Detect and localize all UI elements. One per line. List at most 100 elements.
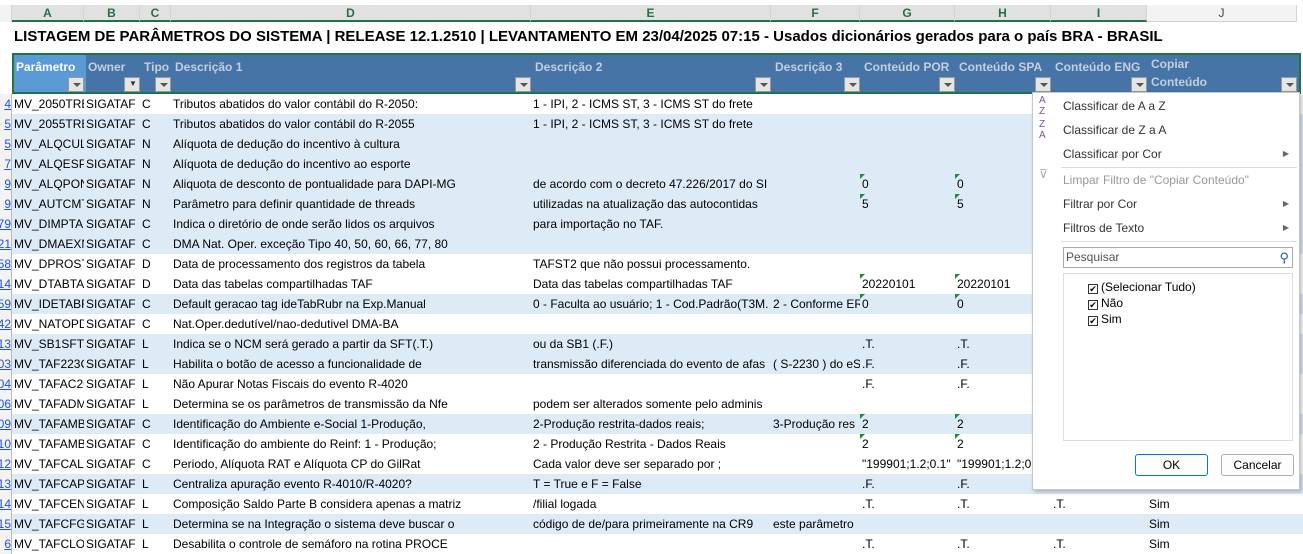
cell-f[interactable] <box>771 314 860 334</box>
cell-d[interactable]: Indica o diretório de onde serão lidos o… <box>171 214 531 234</box>
cell-b[interactable]: SIGATAF <box>84 414 140 434</box>
cell-b[interactable]: SIGATAF <box>84 454 140 474</box>
row-header[interactable]: 6 <box>0 534 12 554</box>
row-header[interactable]: 15 <box>0 514 12 534</box>
cell-e[interactable]: 2 - Produção Restrita - Dados Reais <box>531 434 771 454</box>
sort-z-a-item[interactable]: Z A Classificar de Z a A <box>1033 118 1299 142</box>
cell-a[interactable]: MV_TAFAMB <box>12 434 84 454</box>
cell-g[interactable] <box>860 154 955 174</box>
cell-a[interactable]: MV_DMAEXN <box>12 234 84 254</box>
cell-c[interactable]: C <box>140 294 171 314</box>
cell-b[interactable]: SIGATAF <box>84 534 140 554</box>
cell-d[interactable]: Parâmetro para definir quantidade de thr… <box>171 194 531 214</box>
filter-value-item[interactable]: ✔ Não <box>1088 295 1123 311</box>
cell-a[interactable]: MV_TAFCLOC <box>12 534 84 554</box>
cell-e[interactable]: ou da SB1 (.F.) <box>531 334 771 354</box>
cell-g[interactable]: .F. <box>860 474 955 494</box>
cell-c[interactable]: D <box>140 274 171 294</box>
cell-j[interactable]: Sim <box>1147 534 1297 554</box>
filter-button-1[interactable] <box>124 77 140 92</box>
cell-f[interactable] <box>771 174 860 194</box>
cell-e[interactable]: 2-Produção restrita-dados reais; <box>531 414 771 434</box>
cell-d[interactable]: Aliquota de desconto de pontualidade par… <box>171 174 531 194</box>
cell-b[interactable]: SIGATAF <box>84 254 140 274</box>
cell-f[interactable]: 2 - Conforme ER <box>771 294 860 314</box>
cell-b[interactable]: SIGATAF <box>84 354 140 374</box>
row-header[interactable]: 5 <box>0 134 12 154</box>
cell-e[interactable]: Cada valor deve ser separado por ; <box>531 454 771 474</box>
cell-c[interactable]: L <box>140 534 171 554</box>
cell-g[interactable] <box>860 254 955 274</box>
column-header-a[interactable]: A <box>12 5 84 22</box>
cell-e[interactable]: TAFST2 que não possui processamento. <box>531 254 771 274</box>
cell-g[interactable]: 2 <box>860 414 955 434</box>
cell-f[interactable] <box>771 334 860 354</box>
cell-d[interactable]: Composição Saldo Parte B considera apena… <box>171 494 531 514</box>
row-header[interactable]: 42 <box>0 314 12 334</box>
cell-d[interactable]: Alíquota de dedução do incentivo ao espo… <box>171 154 531 174</box>
cell-d[interactable]: Tributos abatidos do valor contábil do R… <box>171 94 531 114</box>
cell-d[interactable]: Identificação do Ambiente e-Social 1-Pro… <box>171 414 531 434</box>
cell-c[interactable]: L <box>140 334 171 354</box>
cell-e[interactable]: para importação no TAF. <box>531 214 771 234</box>
row-header[interactable]: 06 <box>0 394 12 414</box>
cell-f[interactable] <box>771 394 860 414</box>
cell-a[interactable]: MV_TAFAC2C <box>12 374 84 394</box>
cell-b[interactable]: SIGATAF <box>84 154 140 174</box>
cell-a[interactable]: MV_TAF223C <box>12 354 84 374</box>
cell-c[interactable]: N <box>140 134 171 154</box>
cell-h[interactable]: .T. <box>955 534 1051 554</box>
cell-a[interactable]: MV_ALQCULT <box>12 134 84 154</box>
cell-b[interactable]: SIGATAF <box>84 214 140 234</box>
cell-d[interactable]: Periodo, Alíquota RAT e Alíquota CP do G… <box>171 454 531 474</box>
cell-e[interactable]: 0 - Faculta ao usuário; 1 - Cod.Padrão(T… <box>531 294 771 314</box>
cell-i[interactable]: .T. <box>1051 534 1147 554</box>
cell-g[interactable]: 2 <box>860 434 955 454</box>
cell-g[interactable] <box>860 394 955 414</box>
cell-f[interactable] <box>771 154 860 174</box>
cell-g[interactable]: 0 <box>860 174 955 194</box>
cell-b[interactable]: SIGATAF <box>84 314 140 334</box>
cell-e[interactable]: 1 - IPI, 2 - ICMS ST, 3 - ICMS ST do fre… <box>531 94 771 114</box>
cell-a[interactable]: MV_TAFCFGE <box>12 514 84 534</box>
cell-b[interactable]: SIGATAF <box>84 474 140 494</box>
cell-a[interactable]: MV_NATOPD <box>12 314 84 334</box>
cell-i[interactable] <box>1051 514 1147 534</box>
filter-button-2[interactable] <box>155 77 171 92</box>
cell-d[interactable]: Data das tabelas compartilhadas TAF <box>171 274 531 294</box>
cell-c[interactable]: N <box>140 194 171 214</box>
cell-a[interactable]: MV_ALQPON <box>12 174 84 194</box>
cell-a[interactable]: MV_TAFADM <box>12 394 84 414</box>
cell-f[interactable] <box>771 214 860 234</box>
row-header[interactable]: 5 <box>0 114 12 134</box>
row-header[interactable]: 58 <box>0 254 12 274</box>
cell-g[interactable]: .T. <box>860 534 955 554</box>
checkbox-icon[interactable]: ✔ <box>1088 316 1098 326</box>
column-header-b[interactable]: B <box>84 5 140 22</box>
cell-g[interactable] <box>860 314 955 334</box>
row-header[interactable]: 12 <box>0 454 12 474</box>
cell-c[interactable]: L <box>140 354 171 374</box>
cell-d[interactable]: Alíquota de dedução do incentivo à cultu… <box>171 134 531 154</box>
cell-c[interactable]: C <box>140 114 171 134</box>
cell-g[interactable]: .F. <box>860 354 955 374</box>
cell-c[interactable]: C <box>140 314 171 334</box>
cell-e[interactable]: transmissão diferenciada do evento de af… <box>531 354 771 374</box>
ok-button[interactable]: OK <box>1135 454 1208 476</box>
cell-d[interactable]: Tributos abatidos do valor contábil do R… <box>171 114 531 134</box>
cell-f[interactable] <box>771 114 860 134</box>
cell-c[interactable]: C <box>140 94 171 114</box>
column-header-d[interactable]: D <box>171 5 531 22</box>
cell-d[interactable]: DMA Nat. Oper. exceção Tipo 40, 50, 60, … <box>171 234 531 254</box>
cell-f[interactable] <box>771 454 860 474</box>
cell-e[interactable] <box>531 534 771 554</box>
cell-f[interactable] <box>771 374 860 394</box>
cell-b[interactable]: SIGATAF <box>84 174 140 194</box>
column-header-j[interactable]: J <box>1147 5 1297 22</box>
cell-j[interactable]: Sim <box>1147 514 1297 534</box>
cell-b[interactable]: SIGATAF <box>84 494 140 514</box>
sort-by-color-item[interactable]: Classificar por Cor ▶ <box>1033 142 1299 166</box>
filter-button-6[interactable] <box>939 77 955 92</box>
cell-f[interactable]: 3-Produção res <box>771 414 860 434</box>
cell-f[interactable] <box>771 134 860 154</box>
